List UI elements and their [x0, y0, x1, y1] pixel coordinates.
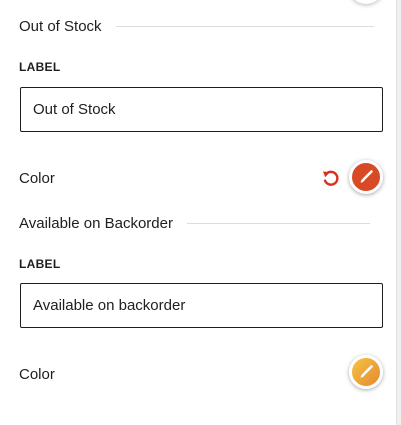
color-label: Color [19, 366, 55, 383]
section-title: Out of Stock [19, 18, 102, 35]
field-label: LABEL [19, 257, 61, 271]
reset-color-button[interactable] [320, 167, 342, 189]
field-label: LABEL [19, 60, 61, 74]
section-header-out-of-stock: Out of Stock [19, 18, 374, 35]
color-swatch-previous[interactable] [348, 0, 384, 4]
paintbrush-icon [360, 170, 373, 183]
reset-icon [323, 170, 339, 186]
section-header-available-on-backorder: Available on Backorder [19, 215, 370, 232]
section-title: Available on Backorder [19, 215, 173, 232]
section-divider [186, 223, 370, 224]
backorder-label-input[interactable] [20, 283, 383, 328]
out-of-stock-label-input[interactable] [20, 87, 383, 132]
color-label: Color [19, 170, 55, 187]
color-swatch-backorder[interactable] [349, 355, 383, 389]
paintbrush-icon [360, 365, 373, 378]
section-divider [115, 26, 374, 27]
settings-panel: Out of Stock LABEL Color Available on Ba… [0, 0, 401, 425]
panel-scroll-edge [396, 0, 401, 425]
color-swatch-out-of-stock[interactable] [349, 160, 383, 194]
